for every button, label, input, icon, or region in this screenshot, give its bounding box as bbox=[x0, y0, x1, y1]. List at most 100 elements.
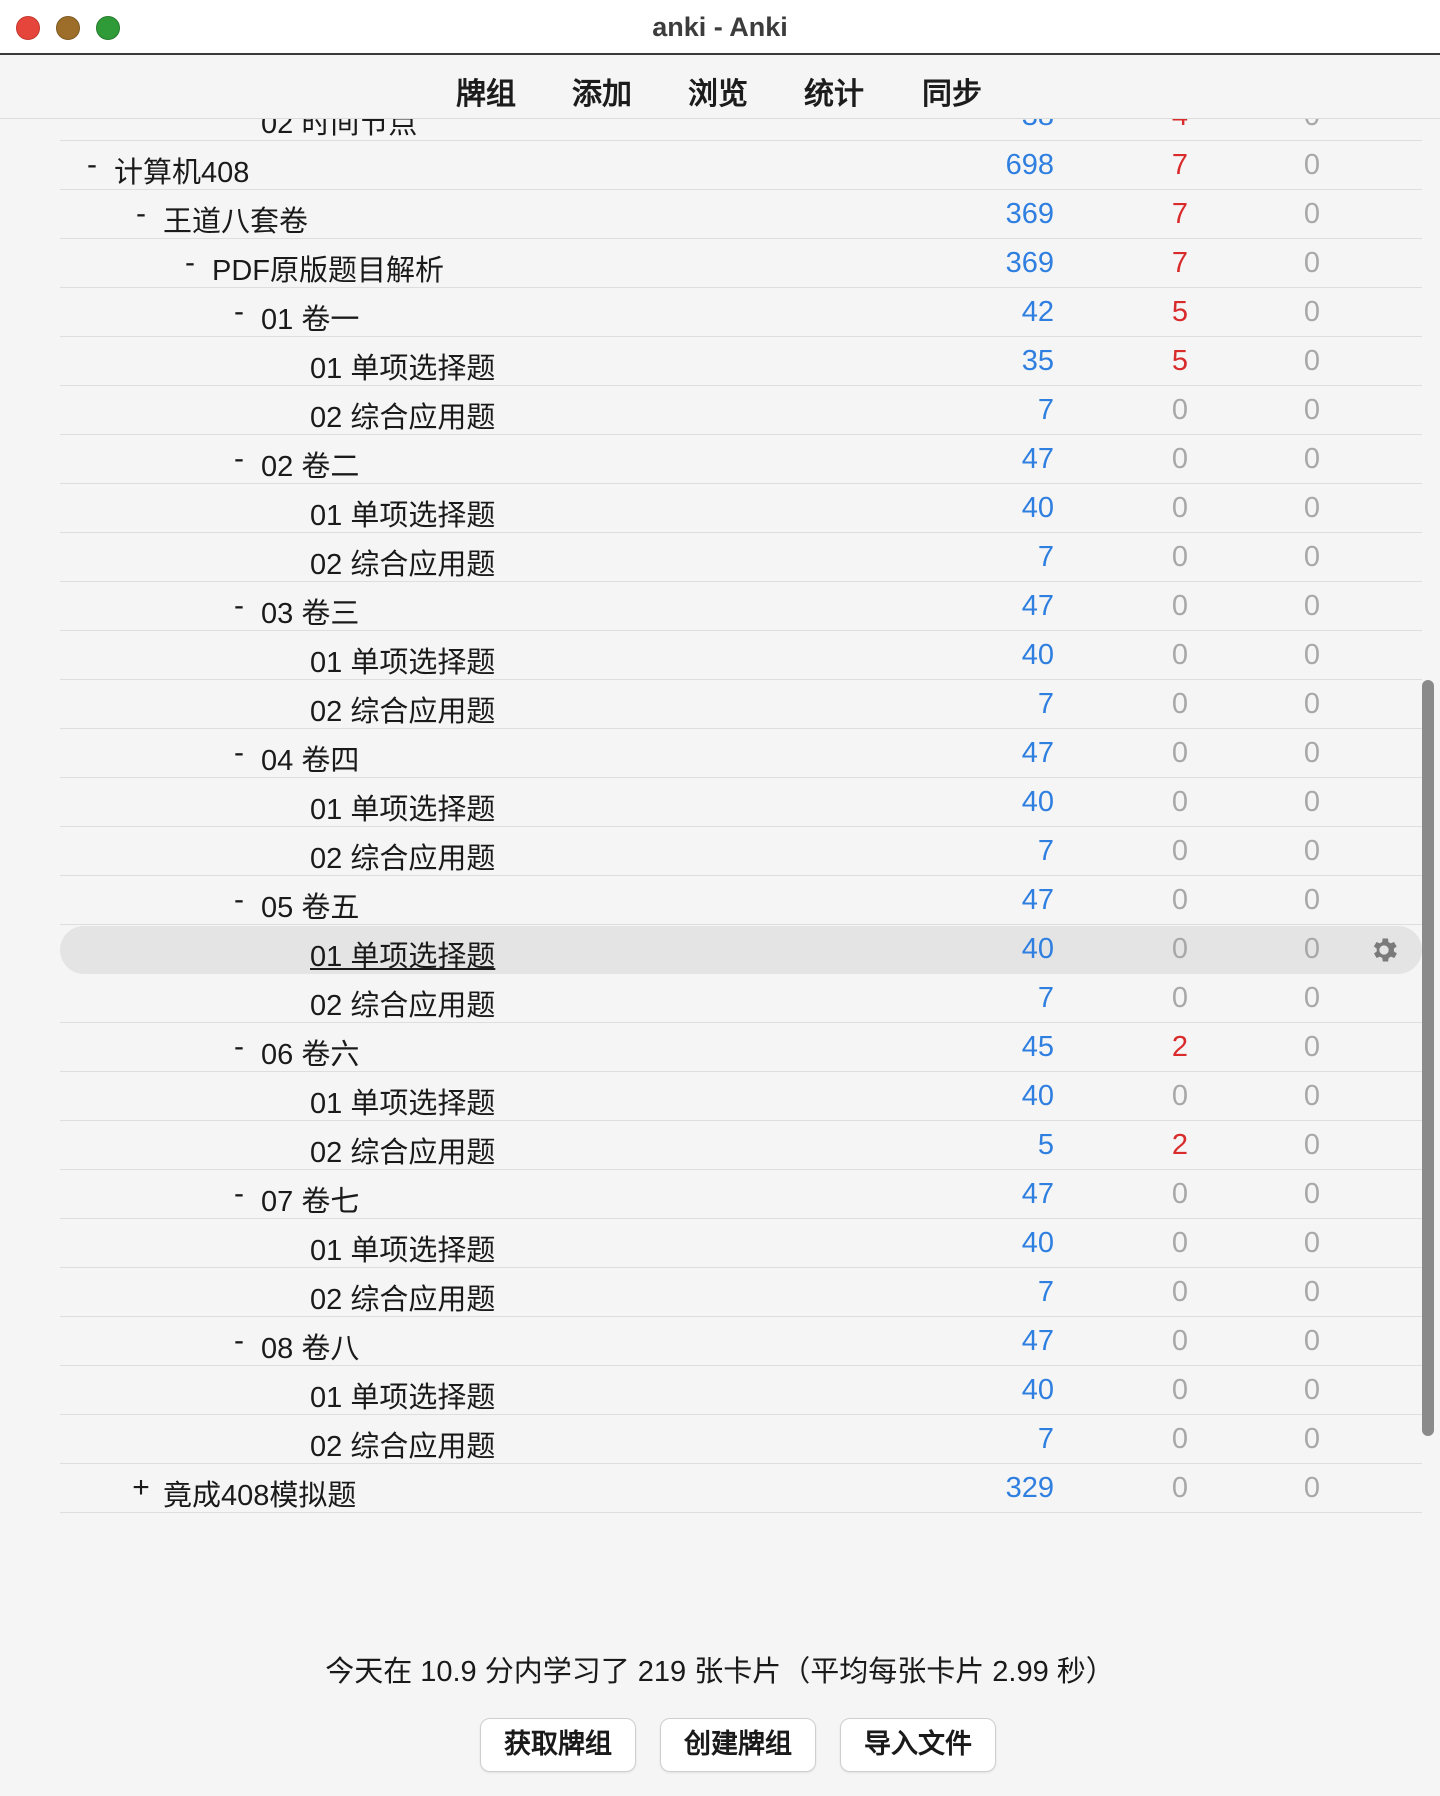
deck-list-scrollbar[interactable] bbox=[1422, 680, 1434, 1436]
collapse-toggle[interactable]: - bbox=[229, 295, 249, 329]
deck-name-link[interactable]: 01 单项选择题 bbox=[310, 492, 495, 534]
new-count: 40 bbox=[1021, 933, 1054, 965]
deck-name-link[interactable]: PDF原版题目解析 bbox=[212, 247, 444, 289]
learn-count: 0 bbox=[1171, 688, 1188, 720]
deck-name-link[interactable]: 竟成408模拟题 bbox=[163, 1472, 356, 1514]
deck-row[interactable]: - 王道八套卷 369 7 0 bbox=[60, 191, 1422, 239]
deck-name-link[interactable]: 02 综合应用题 bbox=[310, 1276, 495, 1318]
deck-row[interactable]: -05 卷五 47 0 0 bbox=[60, 877, 1422, 925]
due-count: 0 bbox=[1303, 1472, 1320, 1504]
deck-row[interactable]: 02 综合应用题 7 0 0 bbox=[60, 1269, 1422, 1317]
deck-row[interactable]: 02 综合应用题 7 0 0 bbox=[60, 534, 1422, 582]
deck-name-link[interactable]: 02 时间节点 bbox=[261, 119, 417, 142]
due-count: 0 bbox=[1303, 933, 1320, 965]
deck-row[interactable]: 01 单项选择题 35 5 0 bbox=[60, 338, 1422, 386]
collapse-toggle[interactable]: - bbox=[229, 883, 249, 917]
deck-name-link[interactable]: 02 卷二 bbox=[261, 443, 359, 485]
get-shared-decks-button[interactable]: 获取牌组 bbox=[480, 1718, 636, 1772]
toolbar-sync[interactable]: 同步 bbox=[922, 69, 982, 113]
deck-row[interactable]: -04 卷四 47 0 0 bbox=[60, 730, 1422, 778]
deck-name-link[interactable]: 02 综合应用题 bbox=[310, 688, 495, 730]
deck-row[interactable]: -02 卷二 47 0 0 bbox=[60, 436, 1422, 484]
gear-icon[interactable] bbox=[1368, 934, 1400, 966]
collapse-toggle[interactable]: - bbox=[229, 736, 249, 770]
deck-row[interactable]: - PDF原版题目解析 369 7 0 bbox=[60, 240, 1422, 288]
deck-name-link[interactable]: 06 卷六 bbox=[261, 1031, 359, 1073]
deck-row[interactable]: -06 卷六 45 2 0 bbox=[60, 1024, 1422, 1072]
toolbar-browse[interactable]: 浏览 bbox=[688, 69, 748, 113]
deck-name-link[interactable]: 01 单项选择题 bbox=[310, 1227, 495, 1269]
deck-name-link[interactable]: 04 卷四 bbox=[261, 737, 359, 779]
deck-row[interactable]: -03 卷三 47 0 0 bbox=[60, 583, 1422, 631]
deck-row[interactable]: 01 单项选择题 40 0 0 bbox=[60, 1073, 1422, 1121]
deck-row[interactable]: 01 单项选择题 40 0 0 bbox=[60, 485, 1422, 533]
due-count: 0 bbox=[1303, 198, 1320, 230]
deck-row[interactable]: 01 单项选择题 40 0 0 bbox=[60, 1367, 1422, 1415]
learn-count: 7 bbox=[1171, 198, 1188, 230]
deck-name-link[interactable]: 02 综合应用题 bbox=[310, 982, 495, 1024]
new-count: 7 bbox=[1037, 394, 1054, 426]
learn-count: 0 bbox=[1171, 1227, 1188, 1259]
new-count: 7 bbox=[1037, 982, 1054, 1014]
deck-row[interactable]: 02 综合应用题 7 0 0 bbox=[60, 387, 1422, 435]
expand-toggle[interactable]: + bbox=[131, 1471, 151, 1505]
deck-row[interactable]: + 竟成408模拟题 329 0 0 bbox=[60, 1465, 1422, 1513]
learn-count: 2 bbox=[1171, 1031, 1188, 1063]
create-deck-button[interactable]: 创建牌组 bbox=[660, 1718, 816, 1772]
deck-row[interactable]: 01 单项选择题 40 0 0 bbox=[60, 1220, 1422, 1268]
studied-today-summary: 今天在 10.9 分内学习了 219 张卡片（平均每张卡片 2.99 秒） bbox=[325, 1656, 1115, 1688]
deck-row[interactable]: 02 综合应用题 7 0 0 bbox=[60, 1416, 1422, 1464]
collapse-toggle[interactable]: - bbox=[229, 589, 249, 623]
deck-name-link[interactable]: 计算机408 bbox=[114, 149, 249, 191]
deck-name-link[interactable]: 03 卷三 bbox=[261, 590, 359, 632]
deck-name-link[interactable]: 王道八套卷 bbox=[163, 198, 308, 240]
toolbar-decks[interactable]: 牌组 bbox=[456, 69, 516, 113]
collapse-toggle[interactable]: - bbox=[229, 1177, 249, 1211]
deck-name-link[interactable]: 05 卷五 bbox=[261, 884, 359, 926]
deck-name-link[interactable]: 01 单项选择题 bbox=[310, 639, 495, 681]
learn-count: 2 bbox=[1171, 1129, 1188, 1161]
deck-name-link[interactable]: 02 综合应用题 bbox=[310, 1423, 495, 1465]
learn-count: 0 bbox=[1171, 933, 1188, 965]
deck-row[interactable]: 02 时间节点 38 4 0 bbox=[60, 119, 1422, 141]
toolbar-stats[interactable]: 统计 bbox=[804, 69, 864, 113]
deck-name-link[interactable]: 01 单项选择题 bbox=[310, 786, 495, 828]
collapse-toggle[interactable]: - bbox=[229, 442, 249, 476]
deck-row[interactable]: 02 综合应用题 5 2 0 bbox=[60, 1122, 1422, 1170]
deck-row[interactable]: -08 卷八 47 0 0 bbox=[60, 1318, 1422, 1366]
due-count: 0 bbox=[1303, 394, 1320, 426]
import-file-button[interactable]: 导入文件 bbox=[840, 1718, 996, 1772]
deck-name-link[interactable]: 02 综合应用题 bbox=[310, 835, 495, 877]
deck-row[interactable]: - 计算机408 698 7 0 bbox=[60, 142, 1422, 190]
deck-name-link[interactable]: 01 单项选择题 bbox=[310, 345, 495, 387]
deck-name-link[interactable]: 02 综合应用题 bbox=[310, 1129, 495, 1171]
learn-count: 0 bbox=[1171, 1178, 1188, 1210]
deck-row[interactable]: -01 卷一 42 5 0 bbox=[60, 289, 1422, 337]
deck-row[interactable]: 02 综合应用题 7 0 0 bbox=[60, 975, 1422, 1023]
toolbar-add[interactable]: 添加 bbox=[572, 69, 632, 113]
deck-name-link[interactable]: 08 卷八 bbox=[261, 1325, 359, 1367]
deck-name-link[interactable]: 01 卷一 bbox=[261, 296, 359, 338]
deck-row[interactable]: 02 综合应用题 7 0 0 bbox=[60, 681, 1422, 729]
deck-name-link[interactable]: 01 单项选择题 bbox=[310, 1080, 495, 1122]
deck-name-link[interactable]: 02 综合应用题 bbox=[310, 541, 495, 583]
new-count: 40 bbox=[1021, 1374, 1054, 1406]
collapse-toggle[interactable]: - bbox=[180, 246, 200, 280]
deck-name-link[interactable]: 07 卷七 bbox=[261, 1178, 359, 1220]
deck-row[interactable]: -07 卷七 47 0 0 bbox=[60, 1171, 1422, 1219]
deck-name-link[interactable]: 01 单项选择题 bbox=[310, 933, 495, 975]
deck-row[interactable]: 02 综合应用题 7 0 0 bbox=[60, 828, 1422, 876]
deck-name-link[interactable]: 01 单项选择题 bbox=[310, 1374, 495, 1416]
due-count: 0 bbox=[1303, 1276, 1320, 1308]
new-count: 47 bbox=[1021, 884, 1054, 916]
due-count: 0 bbox=[1303, 1178, 1320, 1210]
collapse-toggle[interactable]: - bbox=[131, 197, 151, 231]
deck-row[interactable]: 01 单项选择题 40 0 0 bbox=[60, 632, 1422, 680]
collapse-toggle[interactable]: - bbox=[82, 148, 102, 182]
deck-row[interactable]: 01 单项选择题 40 0 0 bbox=[60, 926, 1422, 974]
deck-name-link[interactable]: 02 综合应用题 bbox=[310, 394, 495, 436]
collapse-toggle[interactable]: - bbox=[229, 1324, 249, 1358]
new-count: 40 bbox=[1021, 492, 1054, 524]
collapse-toggle[interactable]: - bbox=[229, 1030, 249, 1064]
deck-row[interactable]: 01 单项选择题 40 0 0 bbox=[60, 779, 1422, 827]
